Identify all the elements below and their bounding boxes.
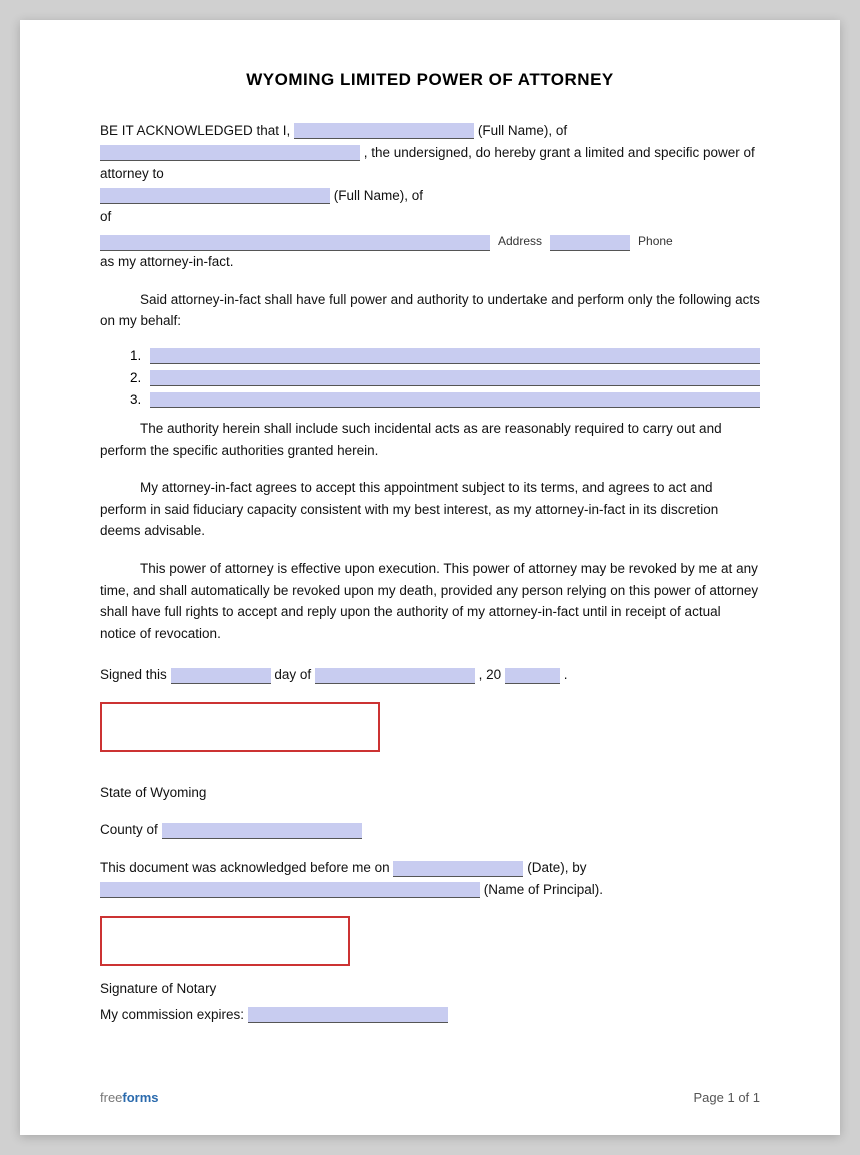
name-of-principal-label: (Name of Principal). — [484, 882, 603, 897]
incidental-section: The authority herein shall include such … — [100, 418, 760, 461]
acknowledged-row: This document was acknowledged before me… — [100, 857, 760, 900]
commission-label-text: My commission expires: — [100, 1007, 244, 1022]
act-item-2: 2. — [130, 370, 760, 386]
signature-notary-label: Signature of Notary — [100, 978, 760, 1000]
be-it-acknowledged-text: BE IT ACKNOWLEDGED that I, — [100, 123, 290, 138]
attorney-phone-field[interactable] — [550, 235, 630, 251]
commission-field[interactable] — [248, 1007, 448, 1023]
act-field-3[interactable] — [150, 392, 760, 408]
grantor-address-field[interactable] — [100, 145, 360, 161]
attorney-in-fact-text: as my attorney-in-fact. — [100, 254, 234, 269]
brand-logo: freeforms — [100, 1090, 159, 1105]
revocation-text: This power of attorney is effective upon… — [100, 561, 758, 641]
authority-section: Said attorney-in-fact shall have full po… — [100, 289, 760, 332]
incidental-text: The authority herein shall include such … — [100, 421, 722, 458]
document-page: WYOMING LIMITED POWER OF ATTORNEY BE IT … — [20, 20, 840, 1135]
page-number: Page 1 of 1 — [694, 1090, 761, 1105]
notary-section: State of Wyoming County of This document… — [100, 782, 760, 1026]
act-item-1: 1. — [130, 348, 760, 364]
address-label-text: Address — [498, 232, 542, 251]
act-item-3: 3. — [130, 392, 760, 408]
act-field-1[interactable] — [150, 348, 760, 364]
revocation-section: This power of attorney is effective upon… — [100, 558, 760, 644]
principal-name-field[interactable] — [100, 882, 480, 898]
ack-date-field[interactable] — [393, 861, 523, 877]
commission-row: My commission expires: — [100, 1004, 760, 1026]
state-text: State of Wyoming — [100, 782, 760, 804]
signed-month-field[interactable] — [315, 668, 475, 684]
county-row: County of — [100, 819, 760, 841]
county-field[interactable] — [162, 823, 362, 839]
acts-list: 1. 2. 3. — [130, 348, 760, 408]
brand-free: free — [100, 1090, 122, 1105]
acknowledged-text: This document was acknowledged before me… — [100, 860, 390, 875]
comma-20-text: , 20 — [479, 667, 502, 682]
document-title: WYOMING LIMITED POWER OF ATTORNEY — [100, 70, 760, 90]
grantor-name-field[interactable] — [294, 123, 474, 139]
act-field-2[interactable] — [150, 370, 760, 386]
act-number-3: 3. — [130, 392, 150, 407]
signed-day-field[interactable] — [171, 668, 271, 684]
attorney-address-field[interactable] — [100, 235, 490, 251]
notary-signature-box[interactable] — [100, 916, 350, 966]
brand-forms: forms — [122, 1090, 158, 1105]
act-number-1: 1. — [130, 348, 150, 363]
acceptance-text: My attorney-in-fact agrees to accept thi… — [100, 480, 718, 538]
authority-text: Said attorney-in-fact shall have full po… — [100, 292, 760, 329]
opening-section: BE IT ACKNOWLEDGED that I, (Full Name), … — [100, 120, 760, 273]
signed-this-text: Signed this — [100, 667, 167, 682]
page-footer: freeforms Page 1 of 1 — [100, 1090, 760, 1105]
attorney-full-name-label: (Full Name), of — [334, 188, 423, 203]
period-text: . — [564, 667, 568, 682]
address-phone-row: Address Phone — [100, 232, 760, 251]
signed-section: Signed this day of , 20 . — [100, 664, 760, 686]
day-of-text: day of — [274, 667, 311, 682]
county-of-text: County of — [100, 822, 158, 837]
acceptance-section: My attorney-in-fact agrees to accept thi… — [100, 477, 760, 542]
phone-label-text: Phone — [638, 232, 673, 251]
signed-year-field[interactable] — [505, 668, 560, 684]
act-number-2: 2. — [130, 370, 150, 385]
full-name-label: (Full Name), of — [478, 123, 567, 138]
attorney-name-field[interactable] — [100, 188, 330, 204]
grantor-signature-box[interactable] — [100, 702, 380, 752]
date-label-text: (Date), by — [527, 860, 586, 875]
